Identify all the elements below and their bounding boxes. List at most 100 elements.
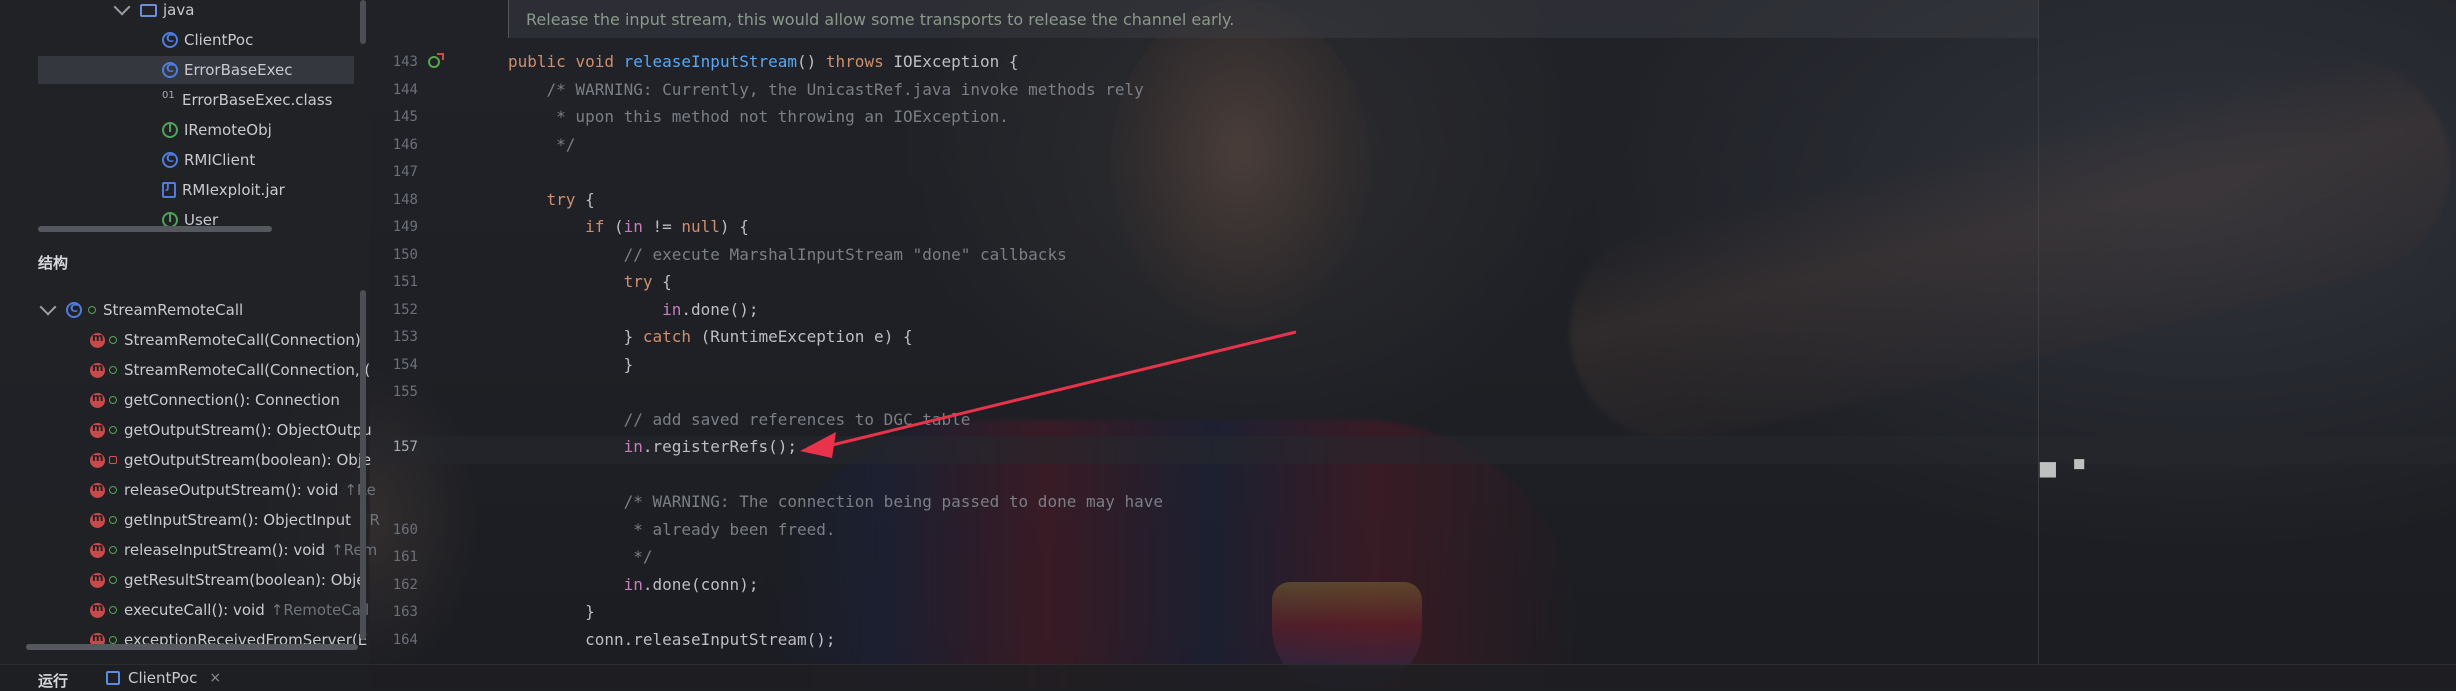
public-visibility-icon [109,516,117,524]
structure-member[interactable]: releaseInputStream(): void↑Rem [90,536,377,564]
code-line[interactable]: * already been freed. [508,520,835,539]
tree-item-iremoteobj[interactable]: IRemoteObj [162,116,272,144]
structure-member[interactable]: releaseOutputStream(): void↑Re [90,476,376,504]
line-number: 151 [392,274,418,290]
member-signature: executeCall(): void [124,601,265,619]
code-line[interactable]: try { [508,190,595,209]
structure-member[interactable]: executeCall(): void ↑RemoteCall [90,596,369,624]
override-gutter-icon[interactable] [428,53,444,68]
structure-root[interactable]: StreamRemoteCall [39,296,243,324]
code-line[interactable]: if (in != null) { [508,217,749,236]
line-number: 143 [392,54,418,70]
tree-vertical-scrollbar[interactable] [360,0,366,44]
structure-member[interactable]: getResultStream(boolean): Obje [90,566,365,594]
structure-horizontal-scrollbar[interactable] [26,644,358,650]
code-line[interactable]: /* WARNING: Currently, the UnicastRef.ja… [508,80,1144,99]
line-number: 147 [392,164,418,180]
public-visibility-icon [109,606,117,614]
background-detail: ▄ ▪ [2040,448,2087,478]
public-visibility-icon [88,306,96,314]
code-line[interactable]: in.registerRefs(); [508,437,797,456]
right-margin-guide [2038,0,2039,664]
code-line[interactable]: // add saved references to DGC table [508,410,971,429]
tree-item-errorbaseexec-class[interactable]: ErrorBaseExec.class [162,86,332,114]
code-line[interactable]: in.done(); [508,300,758,319]
method-icon [90,571,105,588]
public-visibility-icon [109,366,117,374]
code-line[interactable]: */ [508,135,575,154]
code-line[interactable]: // execute MarshalInputStream "done" cal… [508,245,1067,264]
public-visibility-icon [109,576,117,584]
tree-item-rmiexploit-jar[interactable]: RMIexploit.jar [162,176,285,204]
line-number: 144 [392,81,418,98]
run-tab-clientpoc[interactable]: ClientPoc × [106,669,221,687]
code-line[interactable]: * upon this method not throwing an IOExc… [508,107,1009,126]
member-signature: StreamRemoteCall(Connection) [124,331,361,349]
line-number: 162 [392,576,418,593]
code-editor[interactable]: Release the input stream, this would all… [370,0,2456,664]
line-number: 152 [392,301,418,318]
code-line[interactable]: } [508,355,634,374]
code-line[interactable]: */ [508,547,652,566]
line-number: 150 [392,246,418,263]
structure-member[interactable]: getInputStream(): ObjectInput↑R [90,506,380,534]
code-line[interactable]: try { [508,272,672,291]
tree-horizontal-scrollbar[interactable] [38,226,272,232]
close-icon[interactable]: × [209,670,221,686]
tree-item-clientpoc[interactable]: ClientPoc [162,26,253,54]
line-number: 157 [392,439,418,455]
class-icon [162,32,178,48]
method-icon [90,421,105,438]
method-icon [90,391,105,408]
tree-item-java[interactable]: java [113,0,194,24]
code-line[interactable]: public void releaseInputStream() throws … [508,52,1019,71]
structure-member[interactable]: getOutputStream(boolean): Obje [90,446,371,474]
class-icon [162,152,178,168]
code-line[interactable]: in.done(conn); [508,575,759,594]
member-signature: getResultStream(boolean): Obje [124,571,366,589]
public-visibility-icon [109,336,117,344]
chevron-down-icon[interactable] [39,298,57,316]
class-icon [162,62,178,78]
tree-item-rmiclient[interactable]: RMIClient [162,146,255,174]
code-line[interactable]: /* WARNING: The connection being passed … [508,492,1163,511]
bottom-tool-bar: 运行 ClientPoc × [0,664,2456,690]
structure-member[interactable]: StreamRemoteCall(Connection, ( [90,356,370,384]
member-signature: releaseInputStream(): void [124,541,326,559]
member-override-hint: ↑RemoteCall [270,601,370,619]
project-tree: java ClientPoc ErrorBaseExec ErrorBaseEx… [0,0,366,232]
doc-comment-text: Release the input stream, this would all… [526,10,1235,29]
method-icon [90,451,105,468]
code-line[interactable]: conn.releaseInputStream(); [508,630,835,649]
method-icon [90,331,105,348]
jar-icon [162,181,176,198]
line-number: 153 [392,329,418,345]
structure-member[interactable]: getOutputStream(): ObjectOutpu [90,416,372,444]
method-icon [90,511,105,528]
application-icon [106,671,120,685]
interface-icon [162,122,178,138]
tree-item-errorbaseexec[interactable]: ErrorBaseExec [38,56,354,84]
chevron-down-icon[interactable] [113,0,131,16]
code-line[interactable]: } [508,602,595,621]
class-file-icon [162,92,176,108]
structure-member[interactable]: getConnection(): Connection [90,386,340,414]
line-number: 164 [392,631,418,648]
member-signature: getInputStream(): ObjectInput [124,511,351,529]
private-visibility-icon [109,456,117,464]
line-number: 149 [392,219,418,235]
method-icon [90,481,105,498]
left-tool-pane: java ClientPoc ErrorBaseExec ErrorBaseEx… [0,0,380,688]
line-number: 148 [392,191,418,208]
line-number: 155 [392,384,418,400]
member-signature: getOutputStream(boolean): Obje [124,451,372,469]
member-signature: StreamRemoteCall(Connection, ( [124,361,371,379]
class-icon [66,302,82,318]
method-icon [90,541,105,558]
structure-vertical-scrollbar[interactable] [360,290,366,640]
structure-panel-title: 结构 [38,254,69,272]
code-line[interactable]: } catch (RuntimeException e) { [508,327,913,346]
structure-member[interactable]: StreamRemoteCall(Connection) [90,326,361,354]
line-number: 161 [392,549,418,565]
public-visibility-icon [109,636,117,644]
